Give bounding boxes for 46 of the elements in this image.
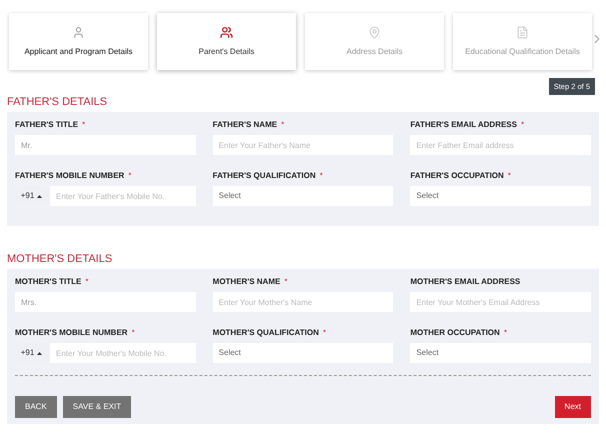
caret-up-icon: [37, 194, 42, 198]
required-mark: *: [85, 276, 88, 288]
field-label: MOTHER'S TITLE: [15, 276, 82, 288]
required-mark: *: [132, 327, 135, 340]
input-field[interactable]: Mrs.: [15, 292, 196, 312]
required-mark: *: [320, 170, 323, 182]
country-code: +91: [20, 347, 34, 360]
input-field[interactable]: Enter Father Email address: [410, 135, 591, 156]
required-mark: *: [322, 327, 326, 340]
field-label: FATHER'S TITLE: [15, 119, 78, 132]
required-mark: *: [284, 276, 288, 288]
country-code: +91: [20, 190, 34, 202]
field-label: FATHER'S OCCUPATION: [410, 170, 504, 182]
required-mark: *: [82, 119, 86, 132]
required-mark: *: [281, 119, 284, 132]
select-field[interactable]: Select: [410, 343, 591, 364]
field-label: MOTHER'S QUALIFICATION: [212, 327, 319, 340]
input-field[interactable]: Mr.: [15, 135, 196, 156]
input-field[interactable]: Enter Your Father's Mobile No.: [50, 186, 196, 206]
action-button[interactable]: BACK: [15, 396, 57, 418]
field-label: FATHER'S EMAIL ADDRESS: [410, 119, 517, 132]
required-mark: *: [520, 119, 524, 132]
field-label: MOTHER'S NAME: [212, 276, 280, 288]
section-heading: MOTHER'S DETAILS: [6, 252, 114, 268]
field-label: MOTHER OCCUPATION: [410, 327, 500, 340]
input-field[interactable]: Enter Your Mother's Email Address: [410, 292, 591, 312]
select-field[interactable]: Select: [212, 186, 394, 206]
input-field[interactable]: Enter Your Mother's Mobile No.: [50, 343, 196, 364]
field-label: FATHER'S NAME: [212, 119, 278, 132]
field-label: MOTHER'S MOBILE NUMBER: [15, 327, 128, 340]
action-button[interactable]: SAVE & EXIT: [62, 396, 132, 418]
required-mark: *: [504, 327, 507, 340]
select-field[interactable]: Select: [410, 186, 591, 206]
required-mark: *: [128, 170, 132, 182]
caret-up-icon: [37, 352, 42, 355]
step-tab[interactable]: Parent's Details: [157, 13, 296, 70]
section-heading: FATHER'S DETAILS: [6, 95, 108, 110]
input-field[interactable]: Enter Your Mother's Name: [212, 292, 394, 312]
action-button[interactable]: Next: [554, 396, 591, 418]
field-label: FATHER'S QUALIFICATION: [212, 170, 316, 182]
step-tab[interactable]: Applicant and Program Details: [9, 13, 148, 70]
input-field[interactable]: Enter Your Father's Name: [212, 135, 394, 156]
required-mark: *: [508, 170, 511, 182]
field-label: MOTHER'S EMAIL ADDRESS: [410, 276, 520, 288]
field-label: FATHER'S MOBILE NUMBER: [15, 170, 124, 182]
select-field[interactable]: Select: [212, 343, 394, 364]
